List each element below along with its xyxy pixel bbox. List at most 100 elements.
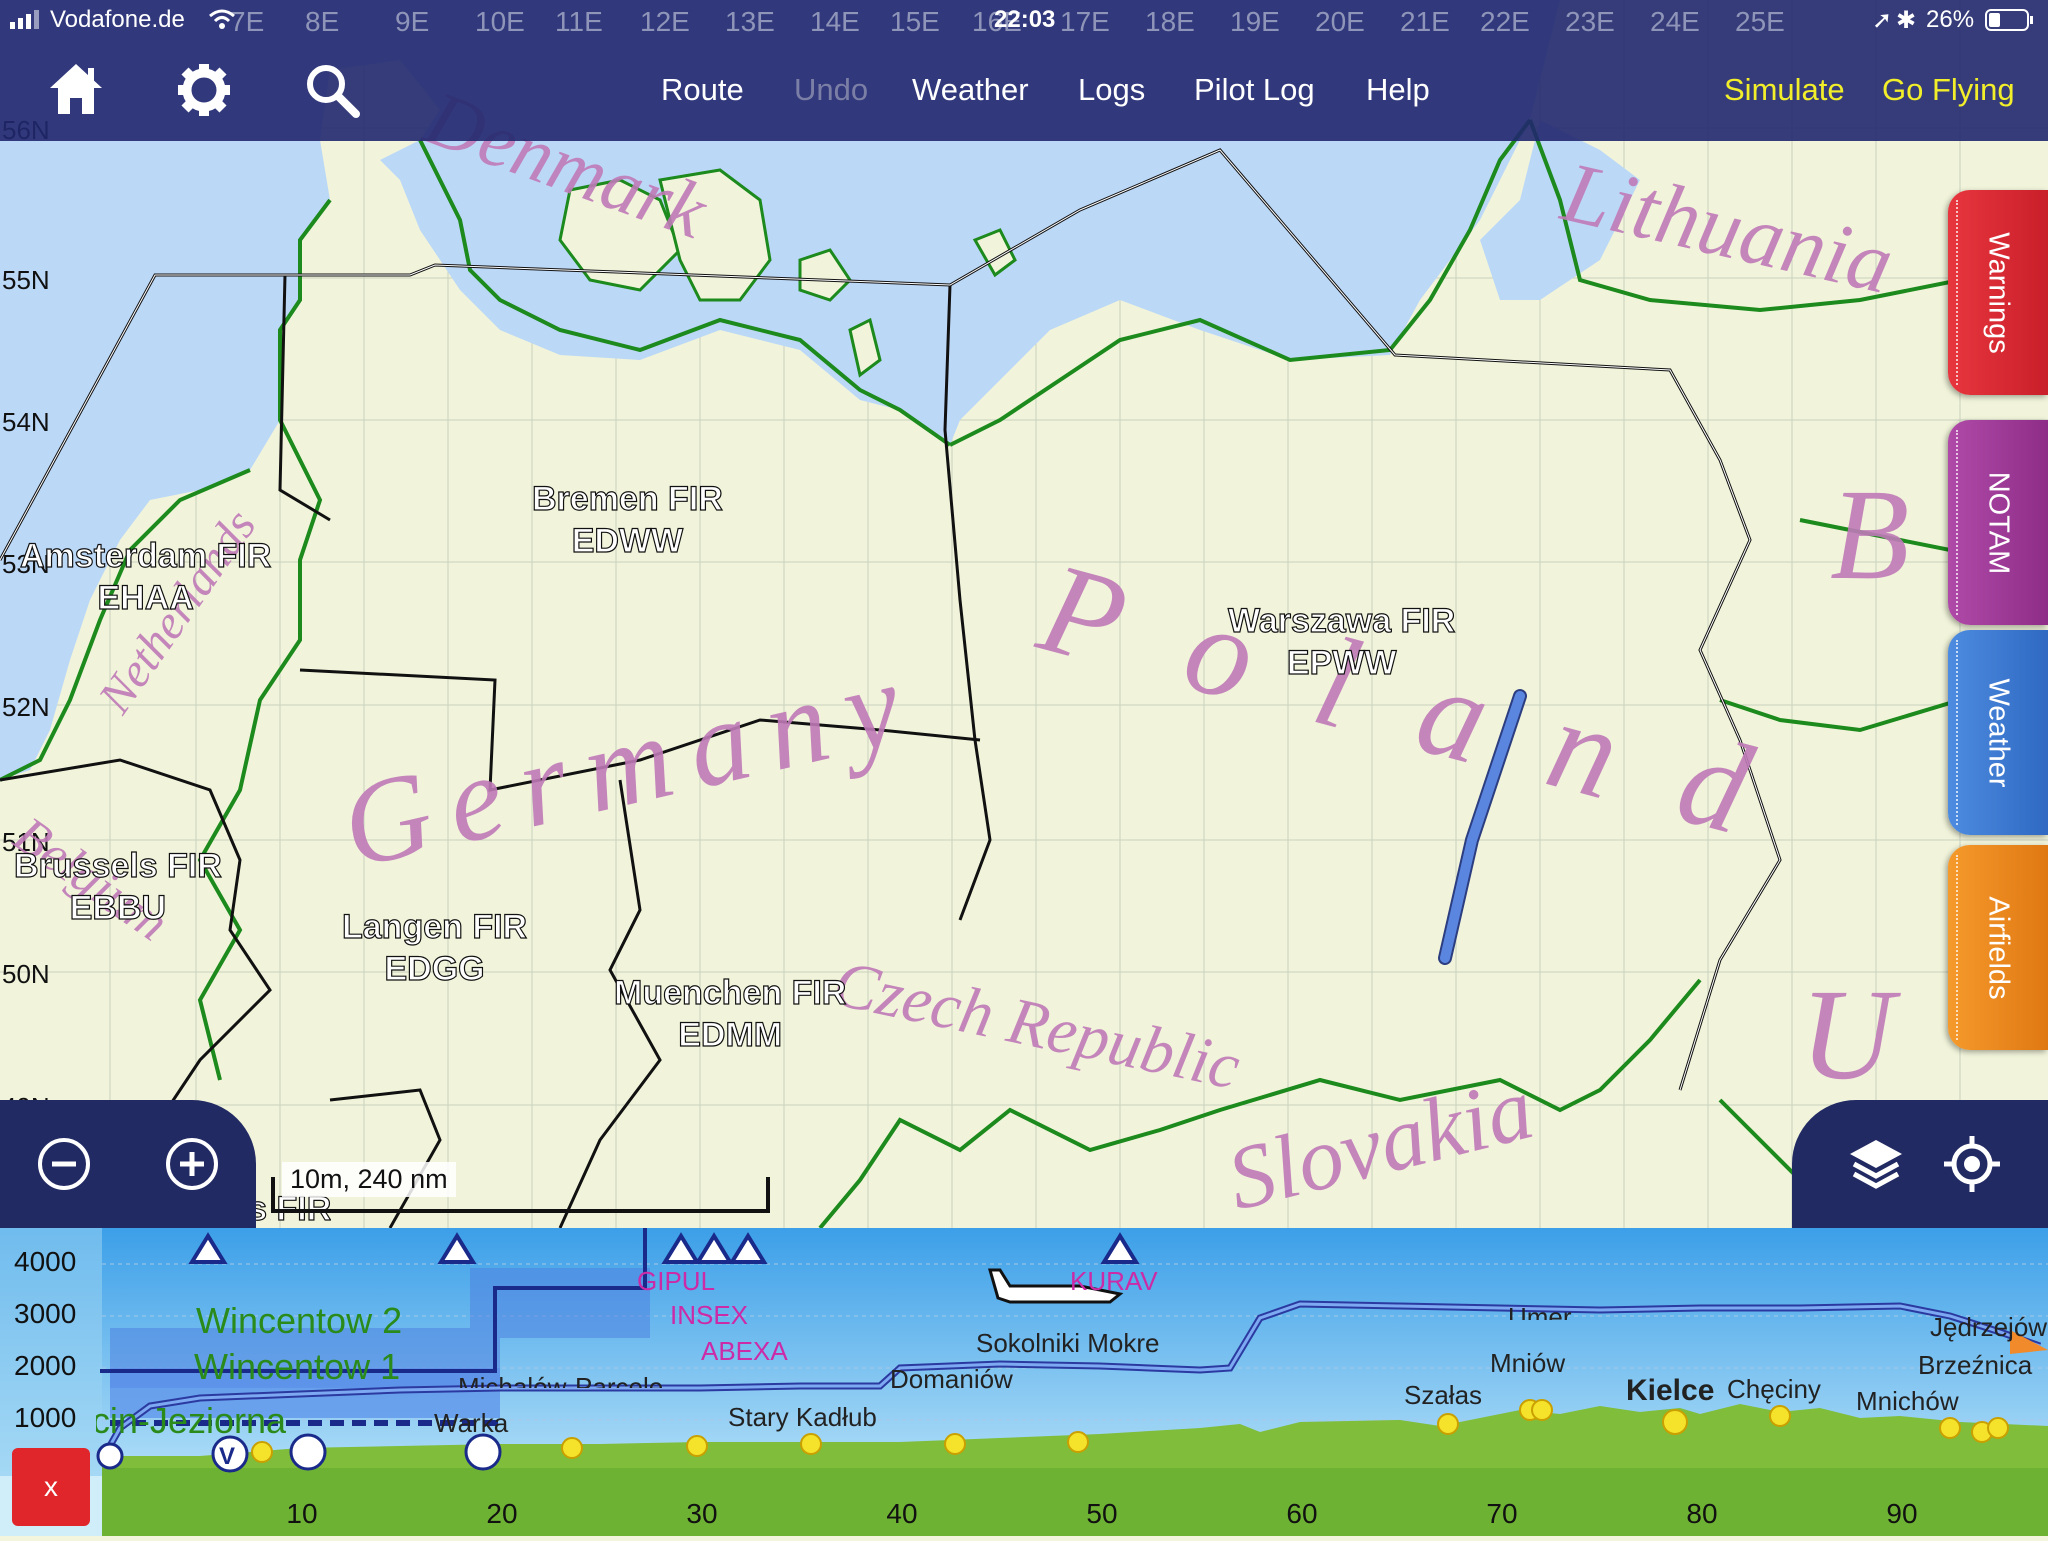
tab-airfields-label: Airfields (1982, 895, 2015, 1000)
nav-weather[interactable]: Weather (912, 72, 1029, 108)
battery-icon (1985, 9, 2035, 38)
bluetooth-icon: ✱ (1896, 7, 1917, 34)
tab-weather-label: Weather (1982, 677, 2015, 788)
fir-label-brussels[interactable]: Brussels FIR EBBU (13, 845, 222, 929)
fir-name: Amsterdam FIR (19, 536, 272, 575)
nav-undo[interactable]: Undo (794, 72, 868, 108)
locate-me-icon[interactable] (1940, 1132, 2004, 1196)
place-label: Szałas (1404, 1380, 1483, 1410)
altitude-tick: 3000 (14, 1298, 77, 1329)
fir-name: Brussels FIR (13, 846, 222, 885)
tab-warnings-label: Warnings (1982, 231, 2015, 354)
fir-label-warszawa[interactable]: Warszawa FIR EPWW (1227, 600, 1456, 684)
distance-tick: 30 (686, 1498, 718, 1529)
distance-tick: 70 (1486, 1498, 1518, 1529)
place-label: Chęciny (1727, 1374, 1821, 1404)
nav-route[interactable]: Route (661, 72, 744, 108)
distance-tick: 80 (1686, 1498, 1718, 1529)
fir-label-langen[interactable]: Langen FIR EDGG (341, 906, 528, 990)
map-tools (1792, 1100, 2048, 1228)
place-label: Kielce (1626, 1374, 1715, 1407)
country-label-ukraine: U (1800, 963, 1894, 1107)
scale-label: 10m, 240 nm (282, 1162, 456, 1197)
tab-airfields[interactable]: Airfields (1948, 845, 2048, 1050)
fir-name: Warszawa FIR (1227, 601, 1456, 640)
fir-name: Langen FIR (341, 907, 528, 946)
svg-text:V: V (219, 1443, 235, 1470)
zoom-out-icon[interactable] (32, 1132, 96, 1196)
waypoint-label: KURAV (1070, 1266, 1158, 1296)
nav-help[interactable]: Help (1366, 72, 1430, 108)
place-label: Konstancin-Jeziorna (96, 1400, 286, 1441)
place-label: Brzeźnica (1918, 1350, 2033, 1380)
fir-code: EDWW (571, 521, 684, 560)
altitude-tick: 4000 (14, 1246, 77, 1277)
place-label: Jędrzejów (1930, 1312, 2048, 1342)
country-label-belarus: B (1830, 463, 1910, 607)
location-arrow-icon: ➚ (1872, 7, 1893, 34)
distance-tick: 50 (1086, 1498, 1118, 1529)
waypoint-label: GIPUL (637, 1266, 716, 1296)
signal-icon (10, 8, 40, 36)
fir-code: EHAA (97, 578, 195, 617)
gear-icon[interactable] (172, 58, 236, 122)
distance-tick: 90 (1886, 1498, 1918, 1529)
waypoint-label: ABEXA (701, 1336, 788, 1366)
tab-notam[interactable]: NOTAM (1948, 420, 2048, 625)
carrier-name: Vodafone.de (50, 6, 185, 33)
distance-tick: 10 (286, 1498, 318, 1529)
place-label: Warka (434, 1408, 509, 1438)
tab-warnings[interactable]: Warnings (1948, 190, 2048, 395)
fir-code: EDMM (678, 1015, 783, 1054)
tab-stitch (1956, 430, 1960, 615)
tab-stitch (1956, 200, 1960, 385)
clock: 22:03 (994, 6, 1056, 33)
search-icon[interactable] (300, 58, 364, 122)
fir-label-bremen[interactable]: Bremen FIR EDWW (531, 478, 723, 562)
lat-label: 52N (2, 692, 50, 722)
map-view[interactable]: 56N 55N 54N 53N 52N 51N 50N 49N Denmark … (0, 0, 2048, 1228)
battery-percent: 26% (1926, 6, 1975, 33)
altitude-tick: 2000 (14, 1350, 77, 1381)
tab-notam-label: NOTAM (1982, 471, 2015, 574)
lat-label: 50N (2, 959, 50, 989)
home-icon[interactable] (44, 58, 108, 122)
fir-code: EPWW (1286, 643, 1397, 682)
wifi-icon (208, 8, 236, 37)
distance-tick: 20 (486, 1498, 518, 1529)
airspace-label: Wincentow 2 (196, 1300, 403, 1341)
zoom-in-icon[interactable] (160, 1132, 224, 1196)
status-bar: Vodafone.de 22:03 ➚ ✱ 26% (0, 0, 2048, 40)
place-label: Stary Kadłub (728, 1402, 877, 1432)
nav-logs[interactable]: Logs (1078, 72, 1145, 108)
lat-label: 54N (2, 407, 50, 437)
nav-pilot-log[interactable]: Pilot Log (1194, 72, 1315, 108)
fir-name: Bremen FIR (531, 479, 723, 518)
top-toolbar: 7E 8E 9E 10E 11E 12E 13E 14E 15E 16E 17E… (0, 0, 2048, 141)
waypoint-label: INSEX (670, 1300, 749, 1330)
place-label: Sokolniki Mokre (976, 1328, 1160, 1358)
fir-code: EBBU (69, 888, 167, 927)
simulate-button[interactable]: Simulate (1724, 72, 1845, 108)
distance-tick: 40 (886, 1498, 918, 1529)
place-label: Umer (1508, 1302, 1572, 1320)
distance-tick: 60 (1286, 1498, 1318, 1529)
fir-label-amsterdam[interactable]: Amsterdam FIR EHAA (19, 535, 272, 619)
altitude-tick: 1000 (14, 1402, 77, 1433)
place-label: Mniów (1490, 1348, 1566, 1378)
fir-label-muenchen[interactable]: Muenchen FIR EDMM (613, 972, 847, 1056)
fir-name: Muenchen FIR (613, 973, 847, 1012)
close-profile-button[interactable]: x (12, 1448, 90, 1526)
route-profile[interactable]: V 4000 3000 2000 1000 Wincentow 2 Wincen… (0, 1228, 2048, 1536)
place-label: Mnichów (1856, 1386, 1959, 1416)
tab-stitch (1956, 855, 1960, 1040)
go-flying-button[interactable]: Go Flying (1882, 72, 2015, 108)
tab-stitch (1956, 640, 1960, 825)
lat-label: 55N (2, 265, 50, 295)
place-label: Domaniów (890, 1364, 1013, 1394)
tab-weather[interactable]: Weather (1948, 630, 2048, 835)
airspace-label: Wincentow 1 (194, 1346, 401, 1387)
place-label: Michalów-Parcele (458, 1372, 664, 1388)
layers-icon[interactable] (1844, 1132, 1908, 1196)
zoom-controls (0, 1100, 256, 1228)
